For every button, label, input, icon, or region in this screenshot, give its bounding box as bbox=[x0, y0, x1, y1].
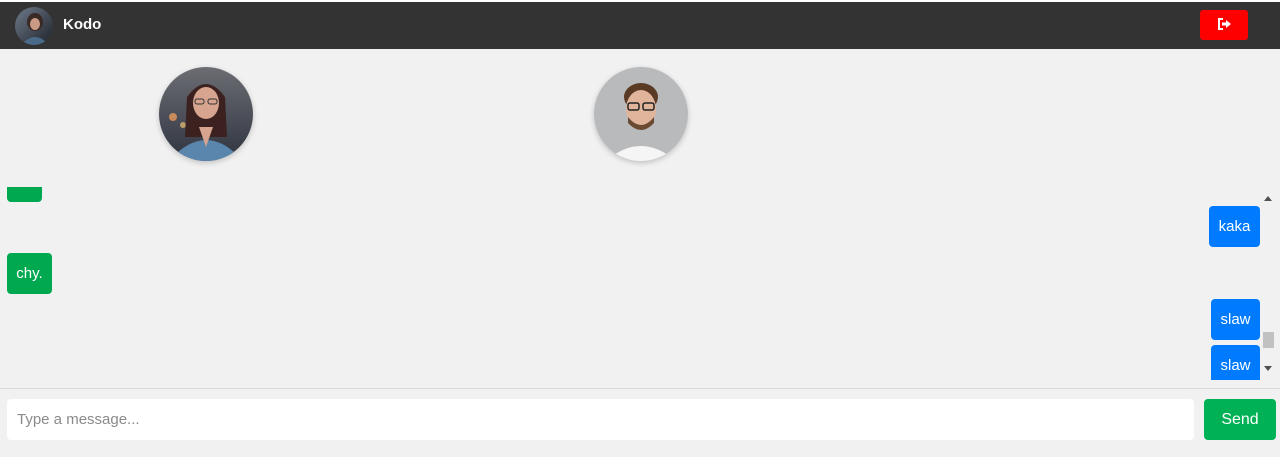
message-composer: Send bbox=[0, 388, 1280, 457]
message-bubble-right: kaka bbox=[1209, 206, 1260, 247]
message-text: chy. bbox=[16, 265, 43, 282]
message-bubble-left: chy. bbox=[7, 253, 52, 294]
scrollbar-thumb[interactable] bbox=[1263, 332, 1274, 348]
message-bubble-left bbox=[7, 187, 42, 202]
message-input[interactable] bbox=[7, 399, 1194, 440]
scroll-down-arrow-icon[interactable] bbox=[1262, 363, 1274, 373]
participant-man-avatar[interactable] bbox=[594, 67, 688, 161]
message-list[interactable]: kaka chy. slaw slaw bbox=[0, 187, 1280, 380]
message-text: slaw bbox=[1220, 357, 1251, 374]
sign-out-icon bbox=[1216, 17, 1232, 34]
message-bubble-right: slaw bbox=[1211, 299, 1260, 340]
message-text: slaw bbox=[1220, 311, 1251, 328]
send-button[interactable]: Send bbox=[1204, 399, 1276, 440]
user-avatar[interactable] bbox=[15, 7, 53, 45]
participant-woman-avatar[interactable] bbox=[159, 67, 253, 161]
app-title: Kodo bbox=[63, 16, 102, 33]
top-bar: Kodo bbox=[0, 0, 1280, 49]
message-text: kaka bbox=[1218, 218, 1251, 235]
scroll-up-arrow-icon[interactable] bbox=[1262, 193, 1274, 203]
message-bubble-right: slaw bbox=[1211, 345, 1260, 380]
logout-button[interactable] bbox=[1200, 10, 1248, 40]
chat-scrollbar[interactable] bbox=[1262, 193, 1274, 378]
